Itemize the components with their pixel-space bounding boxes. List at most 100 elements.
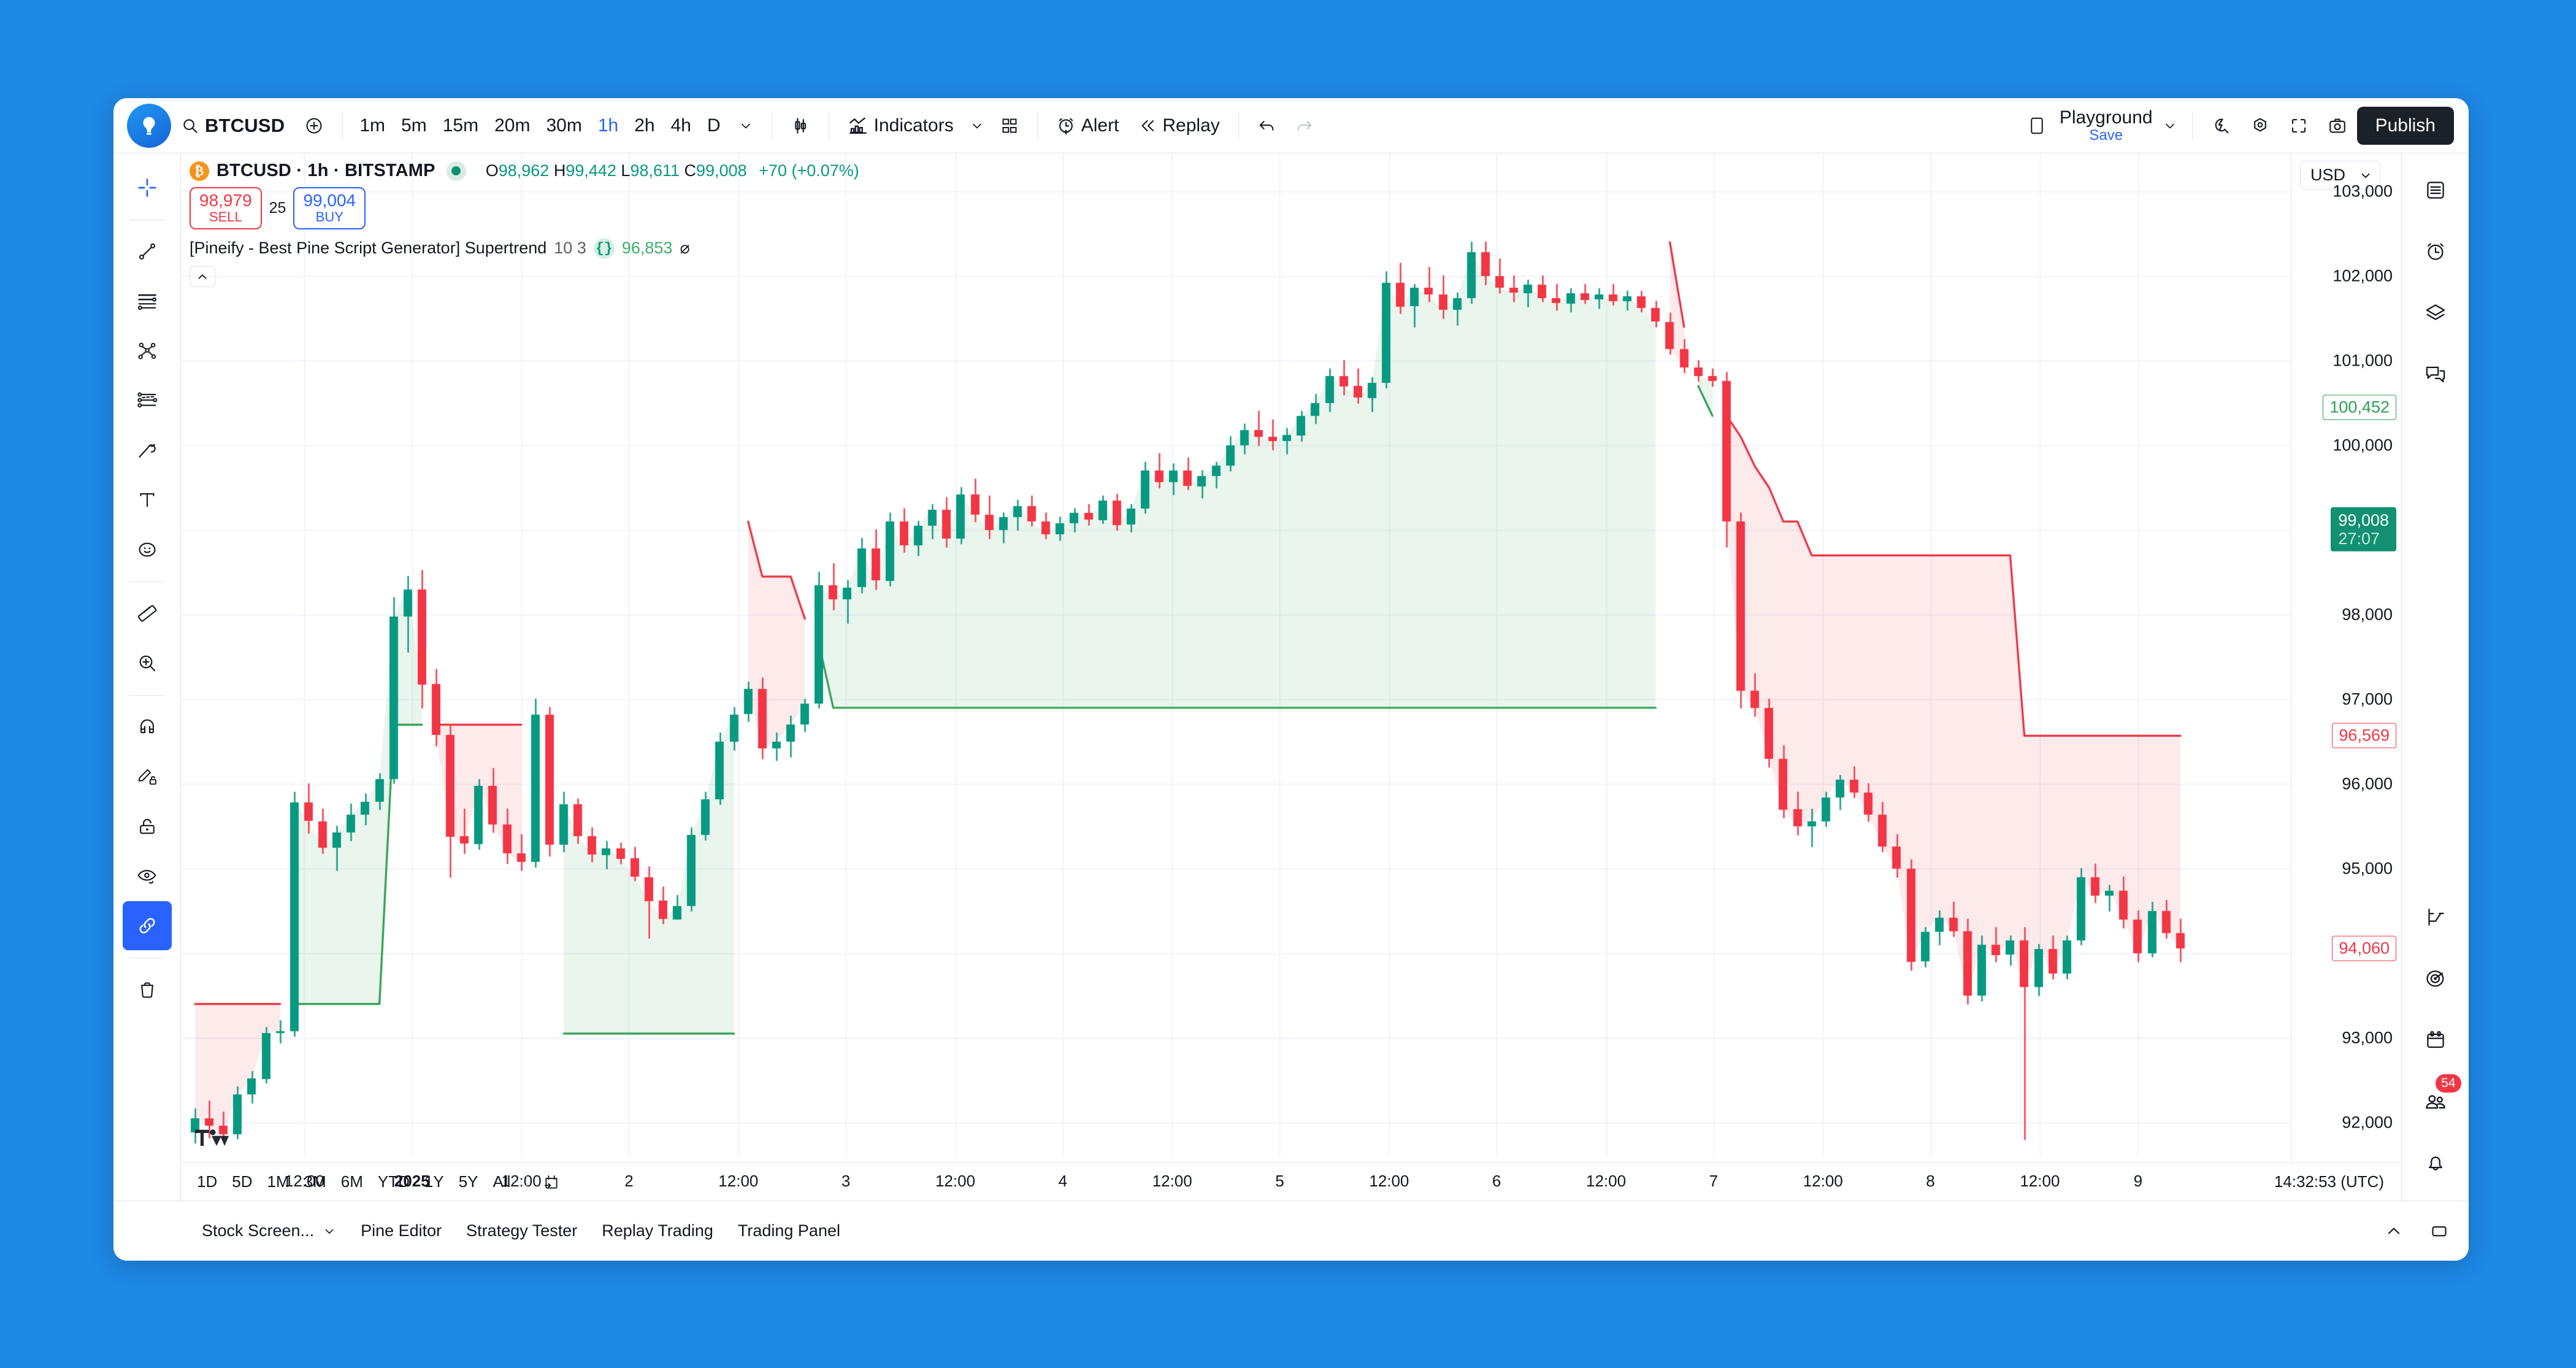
- add-symbol-button[interactable]: [294, 108, 334, 144]
- bottom-tab-replay-trading[interactable]: Replay Trading: [589, 1215, 726, 1247]
- time-axis-settings-icon[interactable]: [2456, 1167, 2469, 1196]
- range-1D[interactable]: 1D: [190, 1169, 224, 1195]
- notifications-bell-icon: [2425, 1151, 2447, 1174]
- timeframe-5m[interactable]: 5m: [393, 109, 435, 142]
- plus-circle-icon: [304, 116, 324, 136]
- zoom-in-tool[interactable]: [123, 639, 172, 688]
- layout-save-link[interactable]: Save: [2089, 127, 2123, 142]
- order-quantity[interactable]: 25: [269, 199, 286, 217]
- fib-retracement-tool[interactable]: [123, 376, 172, 425]
- undo-button[interactable]: [1248, 108, 1286, 144]
- symbol-search[interactable]: BTCUSD: [171, 108, 294, 144]
- alerts-clock-button[interactable]: [2411, 227, 2460, 276]
- unread-badge: 54: [2436, 1074, 2461, 1093]
- pitchfork-tool[interactable]: [123, 326, 172, 375]
- publish-button[interactable]: Publish: [2356, 106, 2454, 145]
- range-All[interactable]: All: [486, 1169, 518, 1195]
- magnet-tool[interactable]: [123, 702, 172, 751]
- buy-button[interactable]: 99,004 BUY: [293, 187, 366, 229]
- source-code-icon[interactable]: {}: [593, 237, 615, 259]
- templates-button[interactable]: [991, 108, 1029, 144]
- range-5D[interactable]: 5D: [224, 1169, 259, 1195]
- bottom-tab-trading-panel[interactable]: Trading Panel: [726, 1215, 853, 1247]
- hide-drawings-tool[interactable]: [123, 851, 172, 901]
- replay-button[interactable]: Replay: [1129, 108, 1229, 144]
- chart-legend: ₿ BTCUSD · 1h · BITSTAMP O98,962 H99,442…: [190, 161, 859, 287]
- data-window-layers-button[interactable]: [2411, 288, 2460, 337]
- redo-button[interactable]: [1286, 108, 1324, 144]
- candlestick-canvas[interactable]: [181, 153, 2291, 1156]
- range-5Y[interactable]: 5Y: [451, 1169, 486, 1195]
- price-axis[interactable]: USD 103,000102,000101,000100,00099,00098…: [2291, 153, 2401, 1162]
- range-3M[interactable]: 3M: [297, 1169, 334, 1195]
- timeframe-D[interactable]: D: [699, 109, 729, 142]
- chart-pane[interactable]: ₿ BTCUSD · 1h · BITSTAMP O98,962 H99,442…: [181, 153, 2291, 1162]
- horizontal-lines-tool[interactable]: [123, 277, 172, 326]
- snapshot-button[interactable]: [2318, 108, 2357, 144]
- goto-date-icon[interactable]: [535, 1168, 567, 1196]
- hotlist-target-button[interactable]: [2411, 954, 2460, 1003]
- fullscreen-button[interactable]: [2280, 108, 2318, 144]
- timeframe-dropdown-button[interactable]: [729, 108, 763, 144]
- price-tag-countdown: 27:07: [2338, 529, 2380, 548]
- legend-collapse-button[interactable]: [190, 266, 215, 287]
- divider: [1037, 111, 1038, 140]
- timeframe-1h[interactable]: 1h: [590, 109, 626, 142]
- toolbar-divider: [129, 695, 165, 696]
- range-6M[interactable]: 6M: [334, 1169, 370, 1195]
- trend-line-tool[interactable]: [123, 227, 172, 276]
- chevron-down-icon: [2163, 118, 2177, 133]
- chevron-down-icon: [323, 1224, 336, 1238]
- sell-button[interactable]: 98,979 SELL: [190, 187, 262, 229]
- trash-tool[interactable]: [123, 965, 172, 1014]
- bottom-tab-strategy-tester[interactable]: Strategy Tester: [454, 1215, 589, 1247]
- measure-ruler-tool[interactable]: [123, 589, 172, 638]
- chart-type-button[interactable]: [781, 108, 820, 144]
- crosshair-cursor-tool[interactable]: [123, 163, 172, 212]
- timeframe-20m[interactable]: 20m: [486, 109, 538, 142]
- lock-drawings-icon: [137, 816, 158, 837]
- emoji-tool[interactable]: [123, 525, 172, 574]
- range-YTD[interactable]: YTD: [370, 1169, 417, 1195]
- range-1Y[interactable]: 1Y: [417, 1169, 451, 1195]
- watchlist-button[interactable]: [2411, 166, 2460, 215]
- timeframe-30m[interactable]: 30m: [538, 109, 589, 142]
- chat-people-button[interactable]: 54: [2411, 1074, 2461, 1126]
- quick-search-button[interactable]: [2201, 108, 2241, 144]
- layout-dropdown-button[interactable]: [2156, 108, 2183, 144]
- bottom-tab-pine-editor[interactable]: Pine Editor: [348, 1215, 454, 1247]
- chevron-up-icon: [196, 270, 209, 283]
- drawing-mode-lock-tool[interactable]: [123, 752, 172, 801]
- calendar-button[interactable]: [2411, 1015, 2460, 1064]
- chart-settings-button[interactable]: [2241, 108, 2280, 144]
- price-tick: 101,000: [2333, 351, 2393, 370]
- brush-tool[interactable]: [123, 426, 172, 475]
- ideas-stream-button[interactable]: [2411, 893, 2460, 942]
- text-tool-tool[interactable]: [123, 475, 172, 525]
- indicators-button[interactable]: Indicators: [838, 108, 964, 144]
- timeframe-15m[interactable]: 15m: [435, 109, 486, 142]
- chat-bubbles-button[interactable]: [2411, 350, 2460, 399]
- fullscreen-icon: [2290, 117, 2308, 135]
- notifications-bell-button[interactable]: [2411, 1138, 2460, 1187]
- data-window-layers-icon: [2425, 302, 2447, 324]
- alert-button[interactable]: Alert: [1046, 108, 1129, 144]
- bottom-panel-maximize-button[interactable]: [2421, 1214, 2458, 1248]
- layout-name-button[interactable]: Playground Save: [2056, 108, 2156, 143]
- legend-symbol-row[interactable]: ₿ BTCUSD · 1h · BITSTAMP O98,962 H99,442…: [190, 161, 859, 181]
- chart-clock[interactable]: 14:32:53 (UTC): [2274, 1172, 2393, 1191]
- bottom-panel-collapse-button[interactable]: [2375, 1214, 2412, 1248]
- timeframe-4h[interactable]: 4h: [663, 109, 699, 142]
- timeframe-1m[interactable]: 1m: [351, 109, 393, 142]
- sync-drawings-link-tool[interactable]: [122, 901, 172, 950]
- range-1M[interactable]: 1M: [260, 1169, 297, 1195]
- tradingview-logo-icon[interactable]: [127, 103, 171, 148]
- indicators-dropdown-button[interactable]: [964, 108, 991, 144]
- lock-drawings-tool[interactable]: [123, 802, 172, 851]
- layout-select-button[interactable]: [2018, 108, 2056, 144]
- indicators-label: Indicators: [873, 115, 954, 136]
- timeframe-2h[interactable]: 2h: [626, 109, 662, 142]
- redo-arrow-icon: [1295, 117, 1314, 135]
- indicator-legend-row[interactable]: [Pineify - Best Pine Script Generator] S…: [190, 237, 859, 259]
- bottom-tab-stock-screen[interactable]: Stock Screen...: [190, 1215, 348, 1247]
